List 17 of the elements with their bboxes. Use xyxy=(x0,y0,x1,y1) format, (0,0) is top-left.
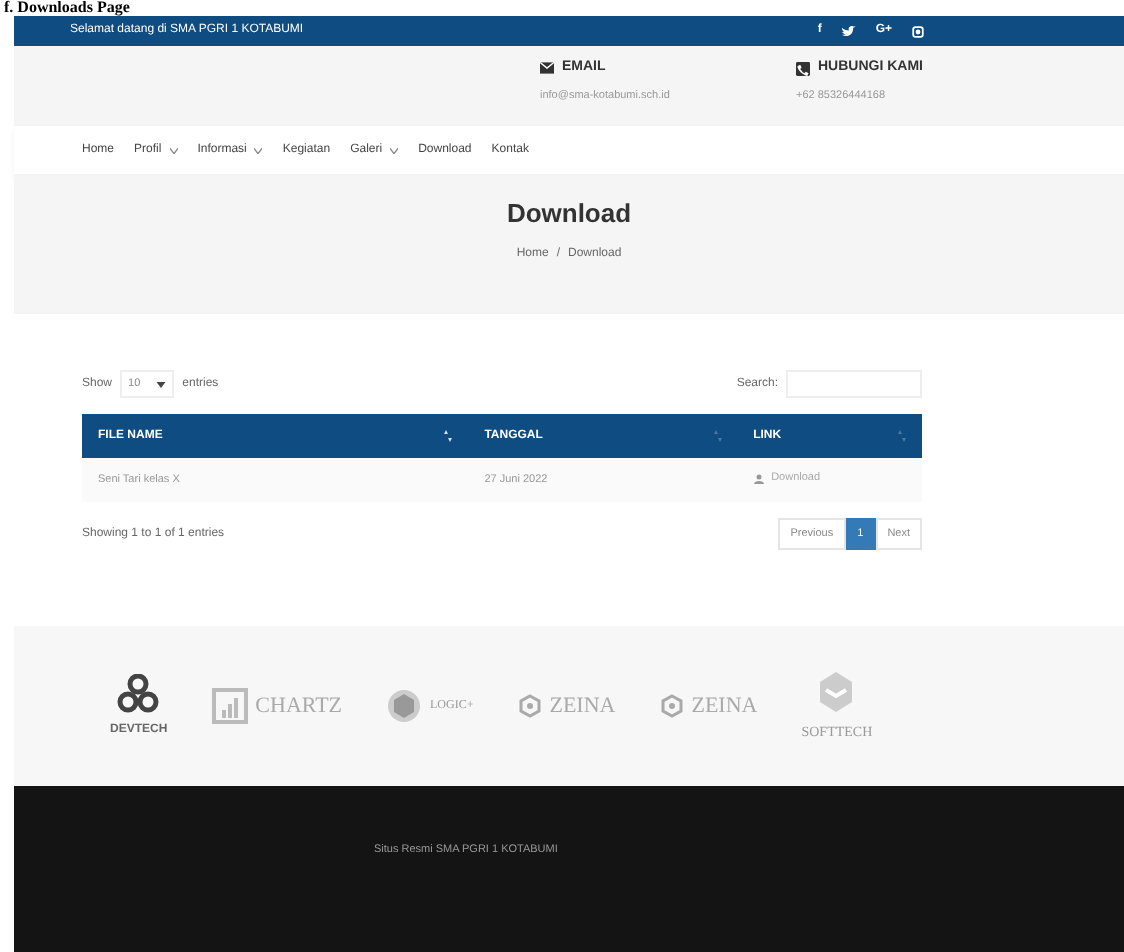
bar-chart-icon xyxy=(211,688,248,725)
hexagon-icon xyxy=(659,694,684,719)
rings-icon xyxy=(116,673,161,714)
figure-caption: f. Downloads Page xyxy=(2,0,130,16)
envelope-icon xyxy=(540,62,554,75)
instagram-icon[interactable] xyxy=(912,25,924,37)
caret-icon xyxy=(156,381,167,387)
phone-icon xyxy=(796,61,810,76)
page-title: Download xyxy=(504,198,634,230)
brand-name: ZEINA xyxy=(691,692,758,722)
user-icon xyxy=(753,473,764,484)
bird-icon[interactable] xyxy=(841,25,856,37)
hexagon-icon xyxy=(517,694,542,719)
brand-name: ZEINA xyxy=(549,692,616,722)
sort-icon[interactable] xyxy=(444,430,453,442)
hexagon-icon xyxy=(816,670,857,714)
brand-name: CHARTZ xyxy=(255,692,343,722)
